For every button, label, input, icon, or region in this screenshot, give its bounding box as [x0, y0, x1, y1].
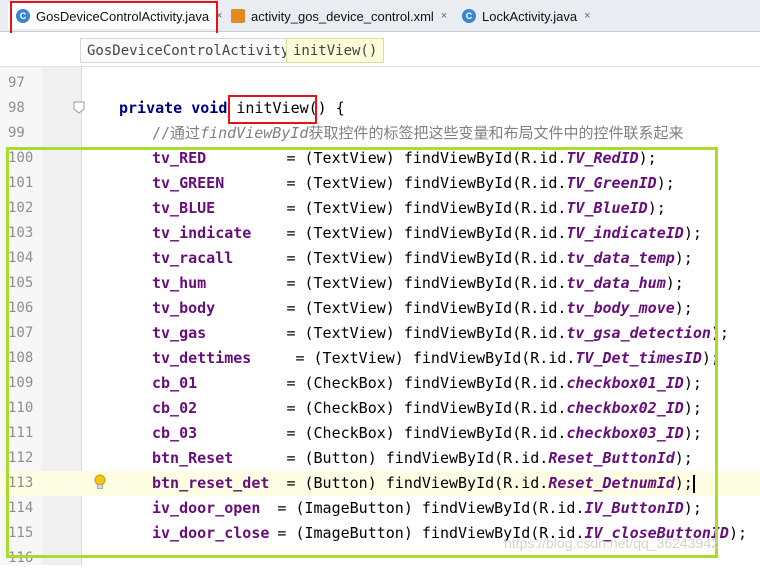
close-icon[interactable]: × — [441, 10, 447, 22]
line-number: 97 — [8, 75, 25, 91]
watermark: https://blog.csdn.net/qq_36243942 — [504, 535, 719, 551]
close-icon[interactable]: × — [584, 10, 590, 22]
class-icon: C — [462, 9, 476, 23]
tab-label: activity_gos_device_control.xml — [251, 8, 434, 24]
breadcrumb-method[interactable]: initView() — [286, 38, 385, 63]
tab-label: LockActivity.java — [482, 8, 578, 24]
code-line: 99 //通过findViewById获取控件的标签把这些变量和布局文件中的控件… — [0, 121, 760, 146]
line-number: 98 — [8, 100, 25, 116]
green-highlight-box — [6, 147, 718, 558]
xml-file-icon — [231, 9, 245, 23]
breadcrumb: GosDeviceControlActivity initView() — [0, 33, 760, 67]
editor-tab-bar: C GosDeviceControlActivity.java × activi… — [0, 0, 760, 35]
breadcrumb-class[interactable]: GosDeviceControlActivity — [80, 38, 297, 63]
red-highlight-box — [10, 1, 218, 35]
line-number: 99 — [8, 125, 25, 141]
code-line: 97 — [0, 71, 760, 96]
tab-lock-activity[interactable]: C LockActivity.java × — [454, 3, 591, 29]
code-line: 98 private void initView() { — [0, 96, 760, 121]
tab-activity-gos-device-control-xml[interactable]: activity_gos_device_control.xml × — [223, 3, 447, 29]
red-highlight-box — [228, 95, 317, 124]
lightbulb-icon[interactable] — [94, 474, 106, 490]
code-editor[interactable]: 97 98 private void initView() { 99 //通过f… — [0, 67, 760, 566]
code-comment[interactable]: //通过findViewById获取控件的标签把这些变量和布局文件中的控件联系起… — [152, 121, 683, 146]
